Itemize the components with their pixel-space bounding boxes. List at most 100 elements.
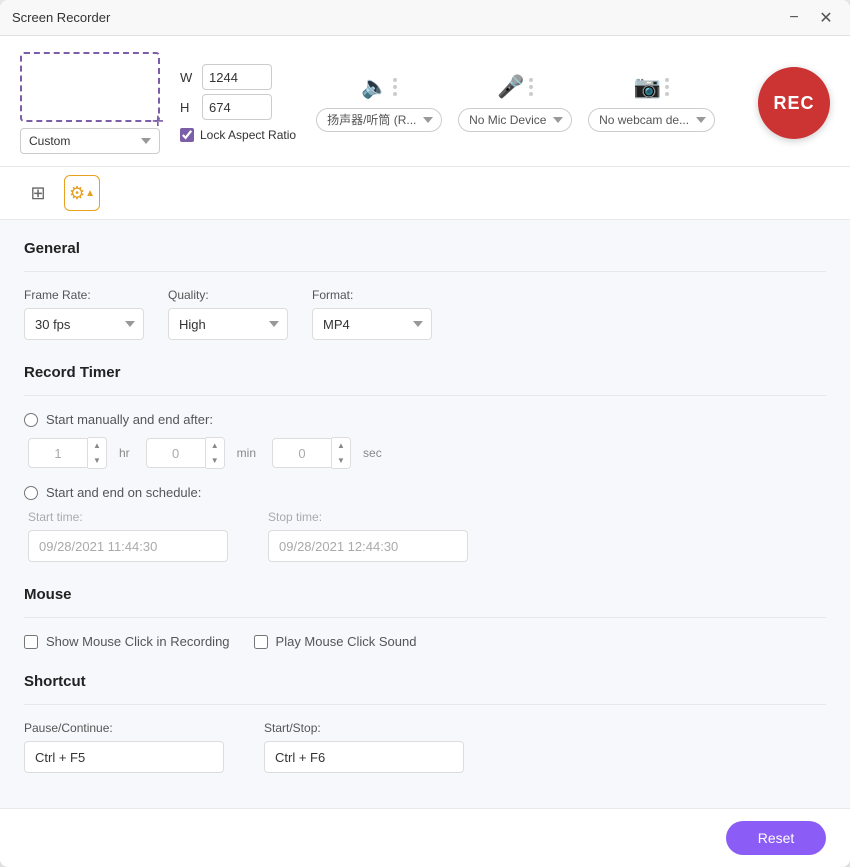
webcam-block: 📷 No webcam de...	[588, 74, 715, 132]
crosshair-icon: ✛	[152, 114, 164, 126]
start-stop-shortcut-input[interactable]	[264, 741, 464, 773]
min-input[interactable]	[146, 438, 206, 468]
show-click-label: Show Mouse Click in Recording	[46, 634, 230, 649]
audio-webcam-section: 🔈 扬声器/听筒 (R... 🎤 No Mi	[316, 67, 830, 139]
sec-up-btn[interactable]: ▲	[332, 438, 350, 453]
speaker-block: 🔈 扬声器/听筒 (R...	[316, 74, 442, 132]
hr-input[interactable]	[28, 438, 88, 468]
sec-down-btn[interactable]: ▼	[332, 453, 350, 468]
rec-button[interactable]: REC	[758, 67, 830, 139]
schedule-radio[interactable]	[24, 486, 38, 500]
settings-button[interactable]: ⚙ ▲	[64, 175, 100, 211]
general-title: General	[24, 240, 826, 257]
show-click-checkbox[interactable]	[24, 635, 38, 649]
frame-rate-group: Frame Rate: 30 fps 15 fps 20 fps 24 fps …	[24, 288, 144, 340]
manual-radio-row: Start manually and end after:	[24, 412, 826, 427]
manual-radio[interactable]	[24, 413, 38, 427]
width-input[interactable]	[202, 64, 272, 90]
lock-aspect-checkbox[interactable]	[180, 128, 194, 142]
min-up-btn[interactable]: ▲	[206, 438, 224, 453]
play-sound-checkbox[interactable]	[254, 635, 268, 649]
min-down-btn[interactable]: ▼	[206, 453, 224, 468]
manual-time-inputs: ▲ ▼ hr ▲ ▼ min ▲ ▼	[28, 437, 826, 469]
show-click-item: Show Mouse Click in Recording	[24, 634, 230, 649]
min-group: ▲ ▼	[146, 437, 225, 469]
shortcut-divider	[24, 704, 826, 705]
width-row: W	[180, 64, 296, 90]
hr-down-btn[interactable]: ▼	[88, 453, 106, 468]
sec-input[interactable]	[272, 438, 332, 468]
webcam-dots	[665, 78, 669, 96]
webcam-icon-row: 📷	[634, 74, 669, 100]
format-select[interactable]: MP4 MOV AVI FLV TS GIF	[312, 308, 432, 340]
mouse-divider	[24, 617, 826, 618]
quality-select[interactable]: High Low Medium	[168, 308, 288, 340]
sec-spinner: ▲ ▼	[332, 437, 351, 469]
toolbar-row: ⊞ ⚙ ▲	[0, 167, 850, 220]
stop-time-label: Stop time:	[268, 510, 468, 524]
timer-divider	[24, 395, 826, 396]
format-group: Format: MP4 MOV AVI FLV TS GIF	[312, 288, 432, 340]
stop-time-input[interactable]	[268, 530, 468, 562]
title-bar: Screen Recorder − ✕	[0, 0, 850, 36]
stop-time-group: Stop time:	[268, 510, 468, 562]
min-spinner: ▲ ▼	[206, 437, 225, 469]
hr-spinner: ▲ ▼	[88, 437, 107, 469]
timer-title: Record Timer	[24, 364, 826, 381]
settings-chevron: ▲	[85, 188, 95, 199]
pause-shortcut-input[interactable]	[24, 741, 224, 773]
schedule-radio-label: Start and end on schedule:	[46, 485, 201, 500]
capture-size-select[interactable]: Custom Full Screen 1920x1080 1280x720 64…	[20, 128, 160, 154]
frame-rate-label: Frame Rate:	[24, 288, 144, 302]
mic-block: 🎤 No Mic Device	[458, 74, 572, 132]
shortcut-title: Shortcut	[24, 673, 826, 690]
min-unit: min	[237, 446, 256, 460]
frame-rate-select[interactable]: 30 fps 15 fps 20 fps 24 fps 60 fps	[24, 308, 144, 340]
start-time-input[interactable]	[28, 530, 228, 562]
mic-icon: 🎤	[497, 74, 524, 100]
capture-preview[interactable]: ✛	[20, 52, 160, 122]
height-label: H	[180, 100, 196, 115]
window-controls: − ✕	[782, 6, 838, 30]
start-time-group: Start time:	[28, 510, 228, 562]
quality-group: Quality: High Low Medium	[168, 288, 288, 340]
play-sound-item: Play Mouse Click Sound	[254, 634, 417, 649]
schedule-inputs-row: Start time: Stop time:	[28, 510, 826, 562]
webcam-icon: 📷	[634, 74, 661, 100]
schedule-block: Start time: Stop time:	[28, 510, 826, 562]
speaker-icon: 🔈	[361, 74, 388, 100]
height-row: H	[180, 94, 296, 120]
main-window: Screen Recorder − ✕ ✛ Custom Full Screen…	[0, 0, 850, 867]
shortcut-section: Shortcut Pause/Continue: Start/Stop:	[24, 673, 826, 773]
height-input[interactable]	[202, 94, 272, 120]
reset-button[interactable]: Reset	[726, 821, 826, 855]
webcam-select[interactable]: No webcam de...	[588, 108, 715, 132]
lock-aspect-label: Lock Aspect Ratio	[200, 128, 296, 142]
shortcut-rows: Pause/Continue: Start/Stop:	[24, 721, 826, 773]
mic-dots	[529, 78, 533, 96]
speaker-select[interactable]: 扬声器/听筒 (R...	[316, 108, 442, 132]
dimensions-block: W H Lock Aspect Ratio	[180, 64, 296, 142]
capture-area-block: ✛ Custom Full Screen 1920x1080 1280x720 …	[20, 52, 160, 154]
width-label: W	[180, 70, 196, 85]
timer-section: Record Timer Start manually and end afte…	[24, 364, 826, 562]
general-divider	[24, 271, 826, 272]
settings-icon: ⚙	[69, 183, 85, 204]
hr-group: ▲ ▼	[28, 437, 107, 469]
start-stop-shortcut-group: Start/Stop:	[264, 721, 464, 773]
hr-up-btn[interactable]: ▲	[88, 438, 106, 453]
minimize-button[interactable]: −	[782, 6, 806, 30]
mic-icon-row: 🎤	[497, 74, 532, 100]
mouse-section: Mouse Show Mouse Click in Recording Play…	[24, 586, 826, 649]
format-label: Format:	[312, 288, 432, 302]
mic-select[interactable]: No Mic Device	[458, 108, 572, 132]
settings-content: General Frame Rate: 30 fps 15 fps 20 fps…	[0, 220, 850, 808]
layout-button[interactable]: ⊞	[20, 175, 56, 211]
close-button[interactable]: ✕	[814, 6, 838, 30]
lock-row: Lock Aspect Ratio	[180, 128, 296, 142]
quality-label: Quality:	[168, 288, 288, 302]
pause-shortcut-group: Pause/Continue:	[24, 721, 224, 773]
general-section: General Frame Rate: 30 fps 15 fps 20 fps…	[24, 240, 826, 340]
schedule-radio-row: Start and end on schedule:	[24, 485, 826, 500]
mouse-title: Mouse	[24, 586, 826, 603]
